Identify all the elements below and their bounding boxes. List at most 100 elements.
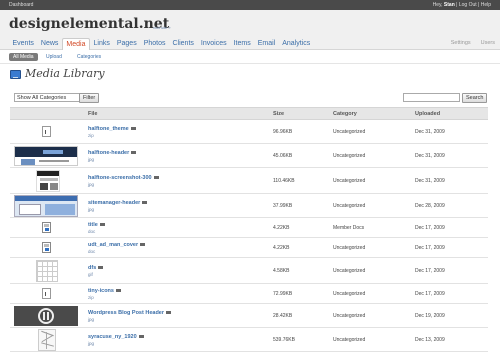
image-thumbnail [38, 328, 56, 351]
tab-email[interactable]: Email [254, 38, 279, 50]
edit-icon[interactable] [130, 126, 136, 130]
size-cell: 45.06KB [269, 143, 329, 168]
category-cell: Uncategorized [329, 119, 411, 144]
thumbnail-cell[interactable] [10, 257, 84, 284]
thumbnail-cell[interactable] [10, 193, 84, 218]
category-cell: Uncategorized [329, 257, 411, 284]
file-name-link[interactable]: halftone_theme [88, 126, 129, 132]
file-name-link[interactable]: sitemanager-header [88, 200, 140, 206]
tab-pages[interactable]: Pages [113, 38, 140, 50]
uploaded-cell: Dec 19, 2009 [411, 303, 488, 328]
settings-link[interactable]: Settings [451, 40, 471, 46]
users-link[interactable]: Users [481, 40, 495, 46]
tab-invoices[interactable]: Invoices [197, 38, 230, 50]
thumb-column-header [10, 107, 84, 120]
file-type: jpg [88, 340, 95, 346]
file-name-link[interactable]: udt_ad_man_cover [88, 242, 138, 248]
file-name-link[interactable]: title [88, 222, 98, 228]
category-cell[interactable]: Member Docs [329, 217, 411, 238]
search-button[interactable]: Search [462, 93, 488, 103]
file-cell: syracuse_ny_1920 jpg [84, 327, 269, 352]
site-header: designelemental.net visit site » Events N… [0, 10, 500, 50]
file-cell: udt_ad_man_cover doc [84, 237, 269, 258]
visit-site-link[interactable]: visit site » [153, 25, 171, 30]
category-select[interactable]: Show All Categories ▼ [14, 93, 86, 102]
media-table: File Size Category Uploaded halftone_the… [10, 107, 488, 352]
document-icon [42, 242, 51, 253]
file-icon [42, 126, 51, 137]
file-name-link[interactable]: halftone-screenshot-300 [88, 175, 152, 181]
tab-items[interactable]: Items [230, 38, 254, 50]
tab-links[interactable]: Links [90, 38, 113, 50]
edit-icon[interactable] [140, 242, 146, 246]
tab-analytics[interactable]: Analytics [279, 38, 314, 50]
uploaded-cell: Dec 17, 2009 [411, 283, 488, 304]
image-thumbnail [14, 305, 78, 326]
subnav-upload[interactable]: Upload [42, 53, 66, 61]
uploaded-cell: Dec 31, 2009 [411, 119, 488, 144]
category-cell: Uncategorized [329, 167, 411, 194]
file-cell: halftone-header jpg [84, 143, 269, 168]
user-name[interactable]: Stan [444, 2, 455, 8]
dashboard-link[interactable]: Dashboard [9, 2, 33, 8]
file-name-link[interactable]: tiny-icons [88, 288, 114, 294]
size-column-header[interactable]: Size [269, 107, 329, 120]
edit-icon[interactable] [142, 200, 148, 204]
thumbnail-cell[interactable] [10, 143, 84, 168]
user-links: Hey, Stan | Log Out | Help [433, 2, 491, 8]
file-type: jpg [88, 206, 95, 212]
file-name-link[interactable]: dfs [88, 265, 96, 271]
monitor-icon [10, 70, 21, 79]
thumbnail-cell[interactable] [10, 217, 84, 238]
table-row: dfs gif 4.58KB Uncategorized Dec 17, 2009 [10, 257, 488, 284]
file-cell: sitemanager-header jpg [84, 193, 269, 218]
edit-icon[interactable] [98, 265, 104, 269]
file-name-link[interactable]: syracuse_ny_1920 [88, 334, 137, 340]
uploaded-cell: Dec 31, 2009 [411, 167, 488, 194]
table-row: udt_ad_man_cover doc 4.22KB Uncategorized De… [10, 237, 488, 258]
tab-news[interactable]: News [37, 38, 62, 50]
uploaded-column-header[interactable]: Uploaded [411, 107, 488, 120]
edit-icon[interactable] [115, 288, 121, 292]
thumbnail-cell[interactable] [10, 237, 84, 258]
file-cell: halftone-screenshot-300 jpg [84, 167, 269, 194]
size-cell: 28.42KB [269, 303, 329, 328]
file-type: jpg [88, 316, 95, 322]
edit-icon[interactable] [153, 175, 159, 179]
tab-clients[interactable]: Clients [169, 38, 197, 50]
table-row: syracuse_ny_1920 jpg 539.76KB Uncategorized… [10, 327, 488, 352]
subnav-categories[interactable]: Categories [73, 53, 105, 61]
thumbnail-cell[interactable] [10, 167, 84, 194]
file-cell: title doc [84, 217, 269, 238]
subnav-all-media[interactable]: All Media [9, 53, 38, 61]
tab-media[interactable]: Media [61, 38, 90, 50]
thumbnail-cell[interactable] [10, 119, 84, 144]
size-cell: 4.22KB [269, 237, 329, 258]
size-cell: 539.76KB [269, 327, 329, 352]
file-name-link[interactable]: halftone-header [88, 150, 129, 156]
uploaded-cell: Dec 17, 2009 [411, 257, 488, 284]
edit-icon[interactable] [138, 334, 144, 338]
category-column-header[interactable]: Category [329, 107, 411, 120]
file-name-link[interactable]: Wordpress Blog Post Header [88, 310, 164, 316]
edit-icon[interactable] [99, 222, 105, 226]
table-header-row: File Size Category Uploaded [10, 107, 488, 120]
file-type: doc [88, 248, 96, 254]
account-links[interactable]: | Log Out | Help [456, 2, 491, 8]
size-cell: 72.99KB [269, 283, 329, 304]
search-input[interactable] [403, 93, 460, 102]
main-nav: Events News Media Links Pages Photos Clients In… [9, 38, 314, 50]
image-thumbnail [14, 194, 78, 217]
thumbnail-cell[interactable] [10, 283, 84, 304]
filter-button[interactable]: Filter [79, 93, 100, 103]
thumbnail-cell[interactable] [10, 327, 84, 352]
edit-icon[interactable] [131, 150, 137, 154]
edit-icon[interactable] [166, 310, 171, 314]
image-thumbnail [36, 259, 58, 282]
nav-right: Settings Users [451, 40, 495, 46]
thumbnail-cell[interactable] [10, 303, 84, 328]
file-icon [42, 288, 51, 299]
tab-photos[interactable]: Photos [140, 38, 169, 50]
file-column-header[interactable]: File [84, 107, 269, 120]
tab-events[interactable]: Events [9, 38, 37, 50]
